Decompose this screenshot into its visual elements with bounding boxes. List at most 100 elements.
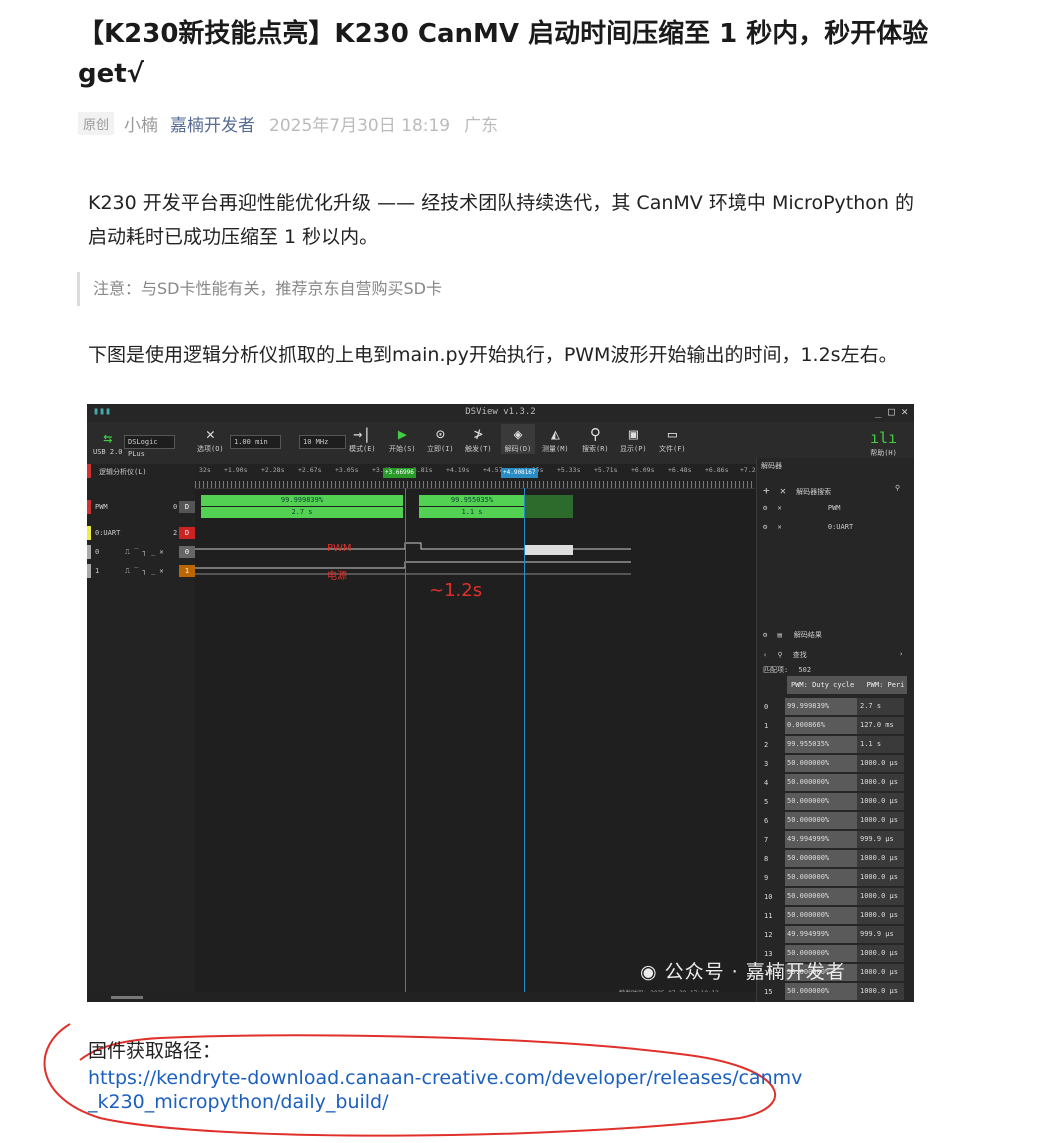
- channel-0-row[interactable]: 0 ⎍ ‾ ┐ _ ✕ 0: [87, 545, 195, 559]
- cursor2-tag[interactable]: +4.908167: [501, 468, 538, 478]
- result-period: 1000.0 µs: [857, 774, 904, 791]
- annotation-pwm: PWM: [327, 543, 352, 554]
- ruler-tick: +7.2: [740, 466, 756, 474]
- options-label: 选项(O): [197, 445, 224, 453]
- result-row[interactable]: 1 0.000866% 127.0 ms: [756, 716, 908, 735]
- cursor2-line[interactable]: [524, 488, 525, 1002]
- waveform-area[interactable]: 99.999839% 2.7 s 99.955035% 1.1 s PWM 电源…: [195, 488, 755, 1002]
- author-name: 小楠: [124, 115, 159, 136]
- play-icon: ▶: [397, 425, 407, 443]
- usb-icon: ⇆: [103, 429, 113, 447]
- dsview-titlebar: ▮▮▮ DSView v1.3.2 _ □ ✕: [87, 404, 914, 422]
- result-duty: 50.000000%: [785, 869, 857, 886]
- help-icon: ılı: [870, 429, 898, 447]
- result-row[interactable]: 12 49.994999% 999.9 µs: [756, 925, 908, 944]
- result-period: 1000.0 µs: [857, 869, 904, 886]
- device-select[interactable]: DSLogic PLus: [124, 435, 175, 458]
- decoder-search-row[interactable]: + ✕ 解码器搜索 ⚲: [763, 484, 900, 497]
- measure-button[interactable]: ◭ 测量(M): [542, 424, 569, 454]
- display-button[interactable]: ▣ 显示(P): [620, 424, 647, 454]
- group-label: 逻辑分析仪(L): [99, 468, 147, 476]
- decoder-search-input[interactable]: 解码器搜索: [796, 488, 831, 496]
- result-row[interactable]: 0 99.999839% 2.7 s: [756, 697, 908, 716]
- result-index: 5: [764, 798, 769, 806]
- settings-icon[interactable]: ⚙: [763, 523, 767, 531]
- display-label: 显示(P): [620, 445, 647, 453]
- measure-label: 测量(M): [542, 445, 569, 453]
- note-quote: 注意：与SD卡性能有关，推荐京东自营购买SD卡: [77, 272, 442, 306]
- decode-button[interactable]: ◈ 解码(D): [501, 424, 535, 454]
- save-icon[interactable]: ▤: [777, 631, 781, 639]
- window-controls-icon: _ □ ✕: [874, 405, 908, 418]
- search-label: 搜索(R): [582, 445, 609, 453]
- pwm-color: [87, 500, 91, 514]
- result-duty: 50.000000%: [785, 850, 857, 867]
- account-link[interactable]: 嘉楠开发者: [170, 111, 255, 136]
- find-input[interactable]: 查找: [793, 651, 807, 659]
- result-period: 1000.0 µs: [857, 945, 904, 962]
- results-find-row[interactable]: ‹ ⚲ 查找 ›: [763, 650, 903, 662]
- settings-icon[interactable]: ⚙: [763, 631, 767, 639]
- file-label: 文件(F): [659, 445, 686, 453]
- result-row[interactable]: 4 50.000000% 1000.0 µs: [756, 773, 908, 792]
- result-duty: 50.000000%: [785, 774, 857, 791]
- result-row[interactable]: 7 49.994999% 999.9 µs: [756, 830, 908, 849]
- arrow-bar-icon: →|: [353, 425, 372, 443]
- result-row[interactable]: 10 50.000000% 1000.0 µs: [756, 887, 908, 906]
- result-index: 6: [764, 817, 769, 825]
- result-row[interactable]: 5 50.000000% 1000.0 µs: [756, 792, 908, 811]
- result-period: 999.9 µs: [857, 926, 904, 943]
- cursor1-line[interactable]: [405, 488, 406, 1002]
- result-row[interactable]: 11 50.000000% 1000.0 µs: [756, 906, 908, 925]
- search-icon[interactable]: ⚲: [895, 484, 900, 492]
- result-row[interactable]: 8 50.000000% 1000.0 µs: [756, 849, 908, 868]
- duration-select[interactable]: 1.00 min: [230, 435, 281, 449]
- firmware-link[interactable]: https://kendryte-download.canaan-creativ…: [88, 1066, 808, 1114]
- ch1-label: 1: [95, 567, 100, 575]
- help-button[interactable]: ılı 帮助(H): [870, 428, 897, 458]
- channel-uart-row[interactable]: 0:UART 2 D: [87, 526, 195, 540]
- rate-select[interactable]: 10 MHz: [299, 435, 346, 449]
- cursor1-tag[interactable]: +3.66996: [383, 468, 416, 478]
- decoder-row-pwm[interactable]: ⚙ ✕ PWM: [763, 504, 841, 516]
- channel-list: 逻辑分析仪(L) PWM 0 D 0:UART 2 D 0 ⎍ ‾ ┐ _ ✕ …: [87, 464, 195, 1002]
- close-icon[interactable]: ✕: [777, 523, 781, 531]
- result-duty: 50.000000%: [785, 888, 857, 905]
- intro-paragraph: K230 开发平台再迎性能优化升级 —— 经技术团队持续迭代，其 CanMV 环…: [88, 192, 914, 248]
- file-button[interactable]: ▭ 文件(F): [659, 424, 686, 454]
- chevron-left-icon[interactable]: ‹: [763, 651, 767, 659]
- channel-1-row[interactable]: 1 ⎍ ‾ ┐ _ ✕ 1: [87, 564, 195, 578]
- result-index: 0: [764, 703, 769, 711]
- close-icon[interactable]: ✕: [777, 504, 781, 512]
- search-button[interactable]: ⚲ 搜索(R): [582, 424, 609, 454]
- channel-pwm-row[interactable]: PWM 0 D: [87, 500, 195, 514]
- mode-button[interactable]: →| 模式(E): [349, 424, 376, 454]
- uart-color: [87, 526, 91, 540]
- chevron-right-icon[interactable]: ›: [899, 650, 903, 658]
- close-icon[interactable]: ✕: [780, 486, 786, 497]
- result-row[interactable]: 15 50.000000% 1000.0 µs: [756, 982, 908, 1001]
- publish-date: 2025年7月30日 18:19: [269, 115, 451, 136]
- options-button[interactable]: ✕ 选项(O): [197, 424, 224, 454]
- pwm-num: 0: [173, 503, 178, 511]
- result-row[interactable]: 6 50.000000% 1000.0 µs: [756, 811, 908, 830]
- mode-label: 模式(E): [349, 445, 376, 453]
- instant-button[interactable]: ⊙ 立即(I): [427, 424, 454, 454]
- result-row[interactable]: 3 50.000000% 1000.0 µs: [756, 754, 908, 773]
- decoder-row-uart[interactable]: ⚙ ✕ 0:UART: [763, 523, 853, 535]
- start-button[interactable]: ▶ 开始(S): [389, 424, 416, 454]
- horizontal-scrollbar[interactable]: [87, 992, 756, 1002]
- result-row[interactable]: 2 99.955035% 1.1 s: [756, 735, 908, 754]
- scroll-thumb[interactable]: [111, 996, 143, 999]
- trigger-button[interactable]: ≯ 触发(T): [465, 424, 492, 454]
- results-header: ⚙ ▤ 解码结果: [763, 630, 822, 642]
- channel-group-row[interactable]: 逻辑分析仪(L): [87, 464, 195, 478]
- ruler-tick: 32s: [199, 466, 211, 474]
- settings-icon[interactable]: ⚙: [763, 504, 767, 512]
- result-period: 1000.0 µs: [857, 812, 904, 829]
- time-ruler[interactable]: 32s +1.90s +2.28s +2.67s +3.05s +3.43s +…: [195, 464, 756, 489]
- result-row[interactable]: 9 50.000000% 1000.0 µs: [756, 868, 908, 887]
- watermark: ◉ 公众号 · 嘉楠开发者: [640, 957, 846, 984]
- add-icon[interactable]: +: [763, 484, 770, 497]
- decode-label: 解码(D): [504, 445, 532, 453]
